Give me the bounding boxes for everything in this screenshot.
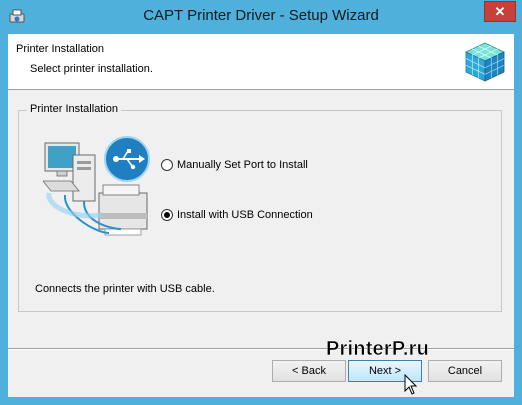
option-manual-port[interactable]: Manually Set Port to Install [161, 157, 308, 173]
option-description: Connects the printer with USB cable. [35, 283, 215, 295]
computer-printer-usb-icon [43, 136, 150, 236]
mouse-cursor-icon [404, 374, 418, 395]
option-usb-connection[interactable]: Install with USB Connection [161, 207, 313, 223]
wizard-body: Printer Installation Select printer inst… [8, 34, 514, 397]
back-button[interactable]: < Back [272, 360, 346, 382]
wizard-header: Printer Installation Select printer inst… [8, 34, 514, 90]
cancel-button[interactable]: Cancel [428, 360, 502, 382]
usb-icon [104, 136, 150, 182]
option-manual-port-label: Manually Set Port to Install [177, 159, 308, 171]
footer-divider [8, 348, 514, 350]
group-legend: Printer Installation [27, 103, 122, 115]
page-subtitle: Select printer installation. [30, 63, 153, 75]
window-title: CAPT Printer Driver - Setup Wizard [143, 7, 379, 24]
watermark-text: PrinterP.ru [326, 338, 429, 361]
radio-manual-port[interactable] [161, 159, 173, 171]
printer-installation-group: Printer Installation Manually Set Port t… [18, 103, 502, 312]
setup-wizard-window: CAPT Printer Driver - Setup Wizard ✕ Pri… [0, 0, 522, 405]
cube-logo-icon [465, 42, 505, 82]
option-usb-connection-label: Install with USB Connection [177, 209, 313, 221]
page-title: Printer Installation [16, 43, 105, 55]
close-button[interactable]: ✕ [484, 1, 516, 22]
title-bar[interactable]: CAPT Printer Driver - Setup Wizard ✕ [0, 0, 522, 34]
radio-usb-connection[interactable] [161, 209, 173, 221]
